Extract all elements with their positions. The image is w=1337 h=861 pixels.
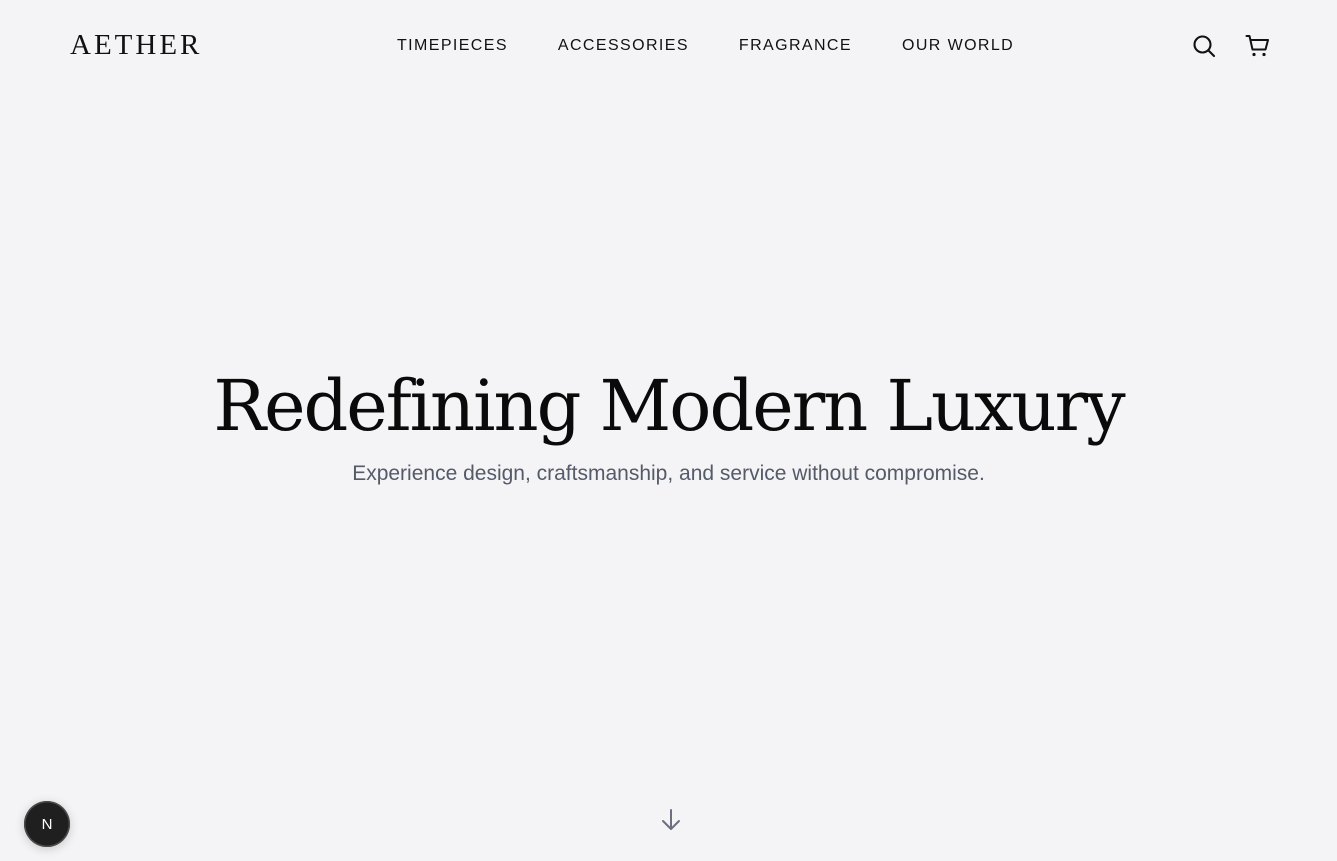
search-icon: [1193, 35, 1216, 58]
hero-title: Redefining Modern Luxury: [213, 365, 1125, 447]
nextjs-logo-icon: N: [42, 816, 53, 833]
hero-section: Redefining Modern Luxury Experience desi…: [0, 360, 1337, 488]
arrow-down-icon: [662, 809, 680, 830]
main-nav: TIMEPIECES ACCESSORIES FRAGRANCE OUR WOR…: [397, 36, 1014, 56]
nav-item-our-world[interactable]: OUR WORLD: [902, 36, 1014, 56]
nav-item-fragrance[interactable]: FRAGRANCE: [739, 36, 852, 56]
hero-subtitle: Experience design, craftsmanship, and se…: [352, 462, 985, 485]
nextjs-dev-badge[interactable]: N: [24, 801, 70, 847]
brand-logo[interactable]: AETHER: [70, 27, 202, 63]
svg-text:N: N: [42, 816, 53, 833]
cart-icon: [1245, 35, 1269, 57]
cart-button[interactable]: [1245, 33, 1271, 59]
nav-item-accessories[interactable]: ACCESSORIES: [558, 36, 689, 56]
nav-item-timepieces[interactable]: TIMEPIECES: [397, 36, 508, 56]
search-button[interactable]: [1191, 33, 1217, 59]
scroll-down-button[interactable]: [658, 806, 684, 834]
site-header: AETHER TIMEPIECES ACCESSORIES FRAGRANCE …: [0, 0, 1337, 92]
